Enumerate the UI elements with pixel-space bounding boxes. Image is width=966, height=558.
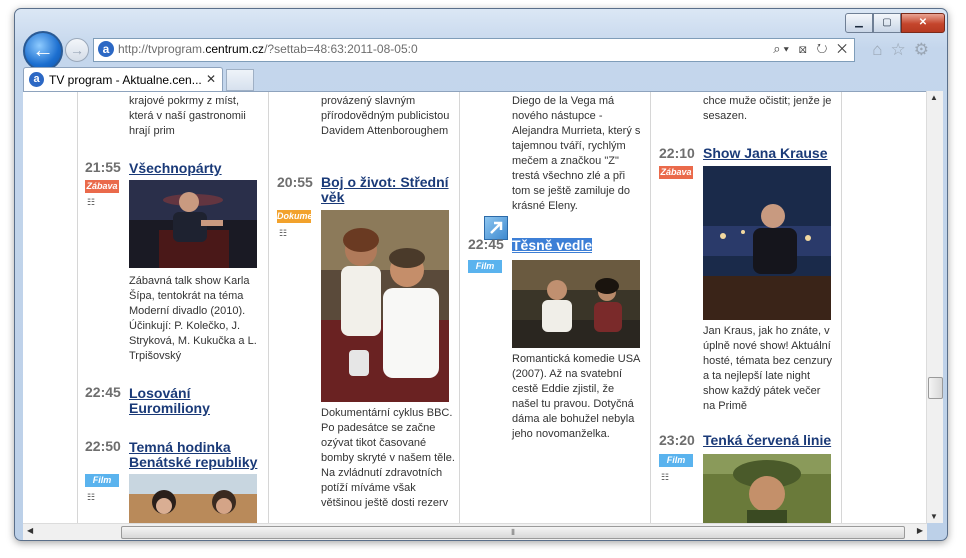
maximize-button[interactable]: ▢ [873,13,901,33]
program-description: provázený slavným přírodovědným publicis… [321,95,450,137]
program-description: Jan Kraus, jak ho znáte, v úplně nové sh… [703,325,833,412]
tab-bar: a TV program - Aktualne.cen... ✕ [21,65,941,92]
tab-favicon-icon: a [29,72,44,87]
program-title-link[interactable]: Tenká červená linie [703,433,838,448]
column-divider [268,92,269,524]
genre-badge: Film [468,260,502,273]
details-list-icon[interactable]: ☷ [279,228,287,239]
program-description: Dokumentární cyklus BBC. Po padesátce se… [321,407,455,509]
program-time: 21:55 [85,159,121,175]
column-divider [650,92,651,524]
tab-close-icon[interactable]: ✕ [206,72,216,86]
program-title-link[interactable]: Všechnopárty [129,161,259,176]
new-tab-button[interactable] [226,69,254,91]
program-description: Romantická komedie USA (2007). Až na sva… [512,353,640,440]
war-film-soldier-image [703,454,831,524]
program-description: krajové pokrmy z míst, která v naší gast… [129,95,246,137]
program-time: 22:45 [468,236,504,252]
talkshow-kraus-image [703,166,831,320]
program-description: Diego de la Vega má nového nástupce - Al… [512,95,641,212]
program-title-link[interactable]: Losování Euromiliony [129,386,259,416]
venice-film-image [129,474,257,524]
program-title-link[interactable]: Boj o život: Střední věk [321,175,451,205]
details-list-icon[interactable]: ☷ [87,492,95,503]
program-image[interactable] [129,474,257,524]
home-favorites-tools-icons[interactable]: ⌂☆⚙ [872,40,937,60]
genre-badge: Zábava [659,166,693,179]
tab-tv-program[interactable]: a TV program - Aktualne.cen... ✕ [23,67,223,92]
program-image[interactable] [129,180,257,268]
address-bar[interactable]: a http://tvprogram.centrum.cz/?settab=48… [93,38,855,62]
program-title-link[interactable]: Show Jana Krause [703,146,838,161]
window-controls: ▁ ▢ ✕ [845,13,945,33]
minimize-button[interactable]: ▁ [845,13,873,33]
genre-badge: Film [659,454,693,467]
genre-badge: Dokume [277,210,313,223]
vertical-scroll-thumb[interactable] [928,377,943,399]
tab-title: TV program - Aktualne.cen... [49,73,202,87]
scroll-down-icon[interactable]: ▼ [930,512,938,521]
program-title-link[interactable]: Temná hodinka Benátské republiky [129,440,264,470]
url-host: centrum.cz [205,42,265,56]
program-image[interactable] [703,454,831,524]
program-time: 23:20 [659,432,695,448]
romantic-comedy-image [512,260,640,348]
vertical-scrollbar[interactable]: ▲ ▼ [926,91,943,523]
forward-button[interactable]: → [65,38,89,62]
browser-window: ▁ ▢ ✕ ← → a http://tvprogram.centrum.cz/… [14,8,948,541]
details-list-icon[interactable]: ☷ [87,197,95,208]
page-viewport: krajové pokrmy z míst, která v naší gast… [23,91,927,524]
column-divider [77,92,78,524]
scroll-up-icon[interactable]: ▲ [930,93,938,102]
program-description: Zábavná talk show Karla Šípa, tentokrát … [129,275,257,362]
program-time: 22:45 [85,384,121,400]
documentary-couple-image [321,210,449,402]
close-window-button[interactable]: ✕ [901,13,945,33]
address-tools-icons[interactable]: ⌕▾ ⊠ ↻ ✕ [773,41,850,57]
program-time: 22:10 [659,145,695,161]
url-path: /?settab=48:63:2011-08-05:0 [264,42,418,56]
program-image[interactable] [512,260,640,348]
program-time: 20:55 [277,174,313,190]
scroll-left-icon[interactable]: ◀ [27,526,33,535]
url-prefix: http://tvprogram. [118,42,206,56]
program-image[interactable] [703,166,831,320]
genre-badge: Zábava [85,180,119,193]
program-time: 22:50 [85,438,121,454]
column-divider [841,92,842,524]
column-divider [459,92,460,524]
details-list-icon[interactable]: ☷ [661,472,669,483]
talkshow-host-image [129,180,257,268]
url-text[interactable]: http://tvprogram.centrum.cz/?settab=48:6… [118,42,418,56]
program-image[interactable] [321,210,449,402]
program-title-link[interactable]: Těsně vedle [512,238,593,253]
horizontal-scrollbar[interactable]: ◀ ⦀ ▶ [23,523,927,540]
scroll-right-icon[interactable]: ▶ [917,526,923,535]
horizontal-scroll-thumb[interactable]: ⦀ [121,526,905,539]
genre-badge: Film [85,474,119,487]
program-description: chce muže očistit; jenže je sesazen. [703,95,832,122]
site-favicon-icon: a [98,41,114,57]
